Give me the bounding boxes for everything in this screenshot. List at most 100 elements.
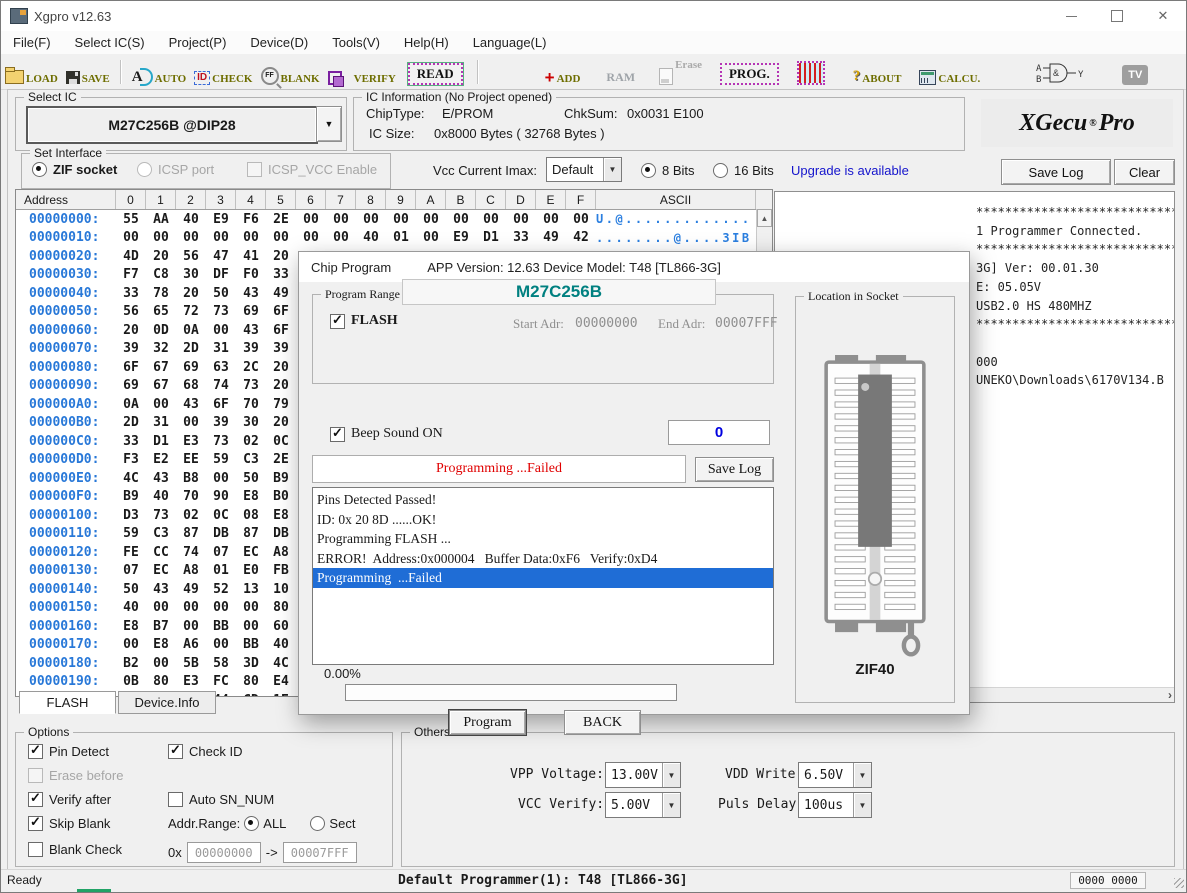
close-button[interactable]: ✕ xyxy=(1140,1,1186,31)
hex-byte-cell[interactable]: 43 xyxy=(236,323,266,338)
hex-byte-cell[interactable]: 20 xyxy=(266,378,296,393)
hex-byte-cell[interactable]: 6F xyxy=(266,323,296,338)
auto-button[interactable]: AAUTO xyxy=(132,59,186,85)
chevron-down-icon[interactable]: ▼ xyxy=(662,793,680,817)
hex-byte-cell[interactable]: 31 xyxy=(206,341,236,356)
hex-byte-cell[interactable]: 01 xyxy=(386,230,416,245)
hex-byte-cell[interactable]: 67 xyxy=(146,360,176,375)
hex-byte-cell[interactable]: 69 xyxy=(176,360,206,375)
hex-byte-cell[interactable]: C3 xyxy=(146,526,176,541)
hex-byte-cell[interactable]: C3 xyxy=(236,452,266,467)
hex-byte-cell[interactable]: E8 xyxy=(116,619,146,634)
menu-item-selectics[interactable]: Select IC(S) xyxy=(63,33,157,52)
verify-after-checkbox[interactable]: Verify after xyxy=(28,792,111,807)
hex-byte-cell[interactable]: 00 xyxy=(566,212,596,227)
result-list-item[interactable]: ERROR! Address:0x000004 Buffer Data:0xF6… xyxy=(313,549,773,569)
hex-byte-cell[interactable]: 00 xyxy=(146,230,176,245)
hex-byte-cell[interactable]: 30 xyxy=(236,415,266,430)
hex-byte-cell[interactable]: 00 xyxy=(236,600,266,615)
dialog-title-bar[interactable]: Chip Program APP Version: 12.63 Device M… xyxy=(299,252,969,282)
hex-byte-cell[interactable]: 10 xyxy=(266,582,296,597)
hex-byte-cell[interactable]: 00 xyxy=(206,600,236,615)
hex-byte-cell[interactable]: 00 xyxy=(176,600,206,615)
hex-byte-cell[interactable]: 47 xyxy=(206,249,236,264)
hex-byte-cell[interactable]: C8 xyxy=(146,267,176,282)
hex-byte-cell[interactable]: F6 xyxy=(236,212,266,227)
hex-byte-cell[interactable]: 4D xyxy=(116,249,146,264)
hex-byte-cell[interactable]: 80 xyxy=(146,674,176,689)
hex-byte-cell[interactable]: B0 xyxy=(266,489,296,504)
blank-check-checkbox[interactable]: Blank Check xyxy=(28,842,122,857)
hex-byte-cell[interactable]: 0C xyxy=(266,434,296,449)
hex-byte-cell[interactable]: 73 xyxy=(236,378,266,393)
hex-byte-cell[interactable]: 69 xyxy=(116,378,146,393)
hex-byte-cell[interactable]: E0 xyxy=(236,563,266,578)
hex-byte-cell[interactable]: 43 xyxy=(146,471,176,486)
hex-byte-cell[interactable]: A8 xyxy=(266,545,296,560)
hex-byte-cell[interactable]: 87 xyxy=(176,526,206,541)
hex-byte-cell[interactable]: 00 xyxy=(446,212,476,227)
hex-byte-cell[interactable]: 73 xyxy=(206,304,236,319)
hex-byte-cell[interactable]: FC xyxy=(206,674,236,689)
scroll-up-icon[interactable]: ▲ xyxy=(757,209,772,227)
result-list-item[interactable]: ID: 0x 20 8D ......OK! xyxy=(313,510,773,530)
hex-byte-cell[interactable]: F0 xyxy=(236,267,266,282)
logic-test-button[interactable]: A B & Y xyxy=(1036,59,1088,85)
hex-byte-cell[interactable]: 0D xyxy=(146,323,176,338)
hex-byte-cell[interactable]: 33 xyxy=(116,286,146,301)
bits8-radio[interactable]: 8 Bits xyxy=(641,163,695,178)
hex-byte-cell[interactable]: E3 xyxy=(176,434,206,449)
hex-byte-cell[interactable]: 13 xyxy=(236,582,266,597)
hex-byte-cell[interactable]: 2E xyxy=(266,452,296,467)
hex-byte-cell[interactable]: 40 xyxy=(116,600,146,615)
menu-item-helph[interactable]: Help(H) xyxy=(392,33,461,52)
vpp-voltage-combo[interactable]: 13.00V▼ xyxy=(605,762,681,788)
range-to-field[interactable]: 00007FFF xyxy=(283,842,357,863)
hex-byte-cell[interactable]: 08 xyxy=(236,508,266,523)
menu-item-toolsv[interactable]: Tools(V) xyxy=(320,33,392,52)
hex-byte-cell[interactable]: E2 xyxy=(146,452,176,467)
radio-icon[interactable] xyxy=(310,816,325,831)
hex-byte-cell[interactable]: 39 xyxy=(236,341,266,356)
program-button[interactable]: Program xyxy=(449,710,526,735)
back-button[interactable]: BACK xyxy=(564,710,641,735)
hex-byte-cell[interactable]: 20 xyxy=(266,415,296,430)
hex-byte-cell[interactable]: 00 xyxy=(326,230,356,245)
hex-byte-cell[interactable]: 73 xyxy=(146,508,176,523)
result-list-item[interactable]: Pins Detected Passed! xyxy=(313,490,773,510)
hex-byte-cell[interactable]: E8 xyxy=(266,508,296,523)
hex-byte-cell[interactable]: 32 xyxy=(146,341,176,356)
hex-byte-cell[interactable]: 50 xyxy=(116,582,146,597)
hex-byte-cell[interactable]: 2C xyxy=(236,360,266,375)
hex-byte-cell[interactable]: 80 xyxy=(266,600,296,615)
hex-byte-cell[interactable]: 00 xyxy=(386,212,416,227)
save-button[interactable]: SAVE xyxy=(66,59,110,85)
check-id-checkbox[interactable]: Check ID xyxy=(168,744,242,759)
about-button[interactable]: ?ABOUT xyxy=(853,59,902,85)
hex-byte-cell[interactable]: B9 xyxy=(116,489,146,504)
hex-byte-cell[interactable]: 00 xyxy=(176,415,206,430)
hex-byte-cell[interactable]: 00 xyxy=(356,212,386,227)
tab-device-info[interactable]: Device.Info xyxy=(118,691,216,714)
hex-byte-cell[interactable]: 00 xyxy=(146,397,176,412)
hex-byte-cell[interactable]: 72 xyxy=(176,304,206,319)
hex-byte-cell[interactable]: 02 xyxy=(176,508,206,523)
result-listbox[interactable]: Pins Detected Passed!ID: 0x 20 8D ......… xyxy=(312,487,774,665)
vcc-imax-combo[interactable]: Default▼ xyxy=(546,157,622,182)
hex-byte-cell[interactable]: 40 xyxy=(176,212,206,227)
hex-byte-cell[interactable]: 00 xyxy=(116,637,146,652)
hex-byte-cell[interactable]: 40 xyxy=(356,230,386,245)
hex-byte-cell[interactable]: 5B xyxy=(176,656,206,671)
beep-checkbox[interactable]: Beep Sound ON xyxy=(330,426,443,442)
hex-byte-cell[interactable]: A6 xyxy=(176,637,206,652)
hex-byte-cell[interactable]: 65 xyxy=(146,304,176,319)
flash-checkbox[interactable]: FLASH xyxy=(330,313,398,329)
hex-byte-cell[interactable]: 1E xyxy=(266,693,296,697)
hex-byte-cell[interactable]: 33 xyxy=(116,434,146,449)
hex-byte-cell[interactable]: 0C xyxy=(206,508,236,523)
hex-byte-cell[interactable]: 50 xyxy=(206,286,236,301)
hex-byte-cell[interactable]: A8 xyxy=(176,563,206,578)
hex-byte-cell[interactable]: 00 xyxy=(176,230,206,245)
hex-byte-cell[interactable]: F7 xyxy=(116,267,146,282)
hex-byte-cell[interactable]: 43 xyxy=(236,286,266,301)
